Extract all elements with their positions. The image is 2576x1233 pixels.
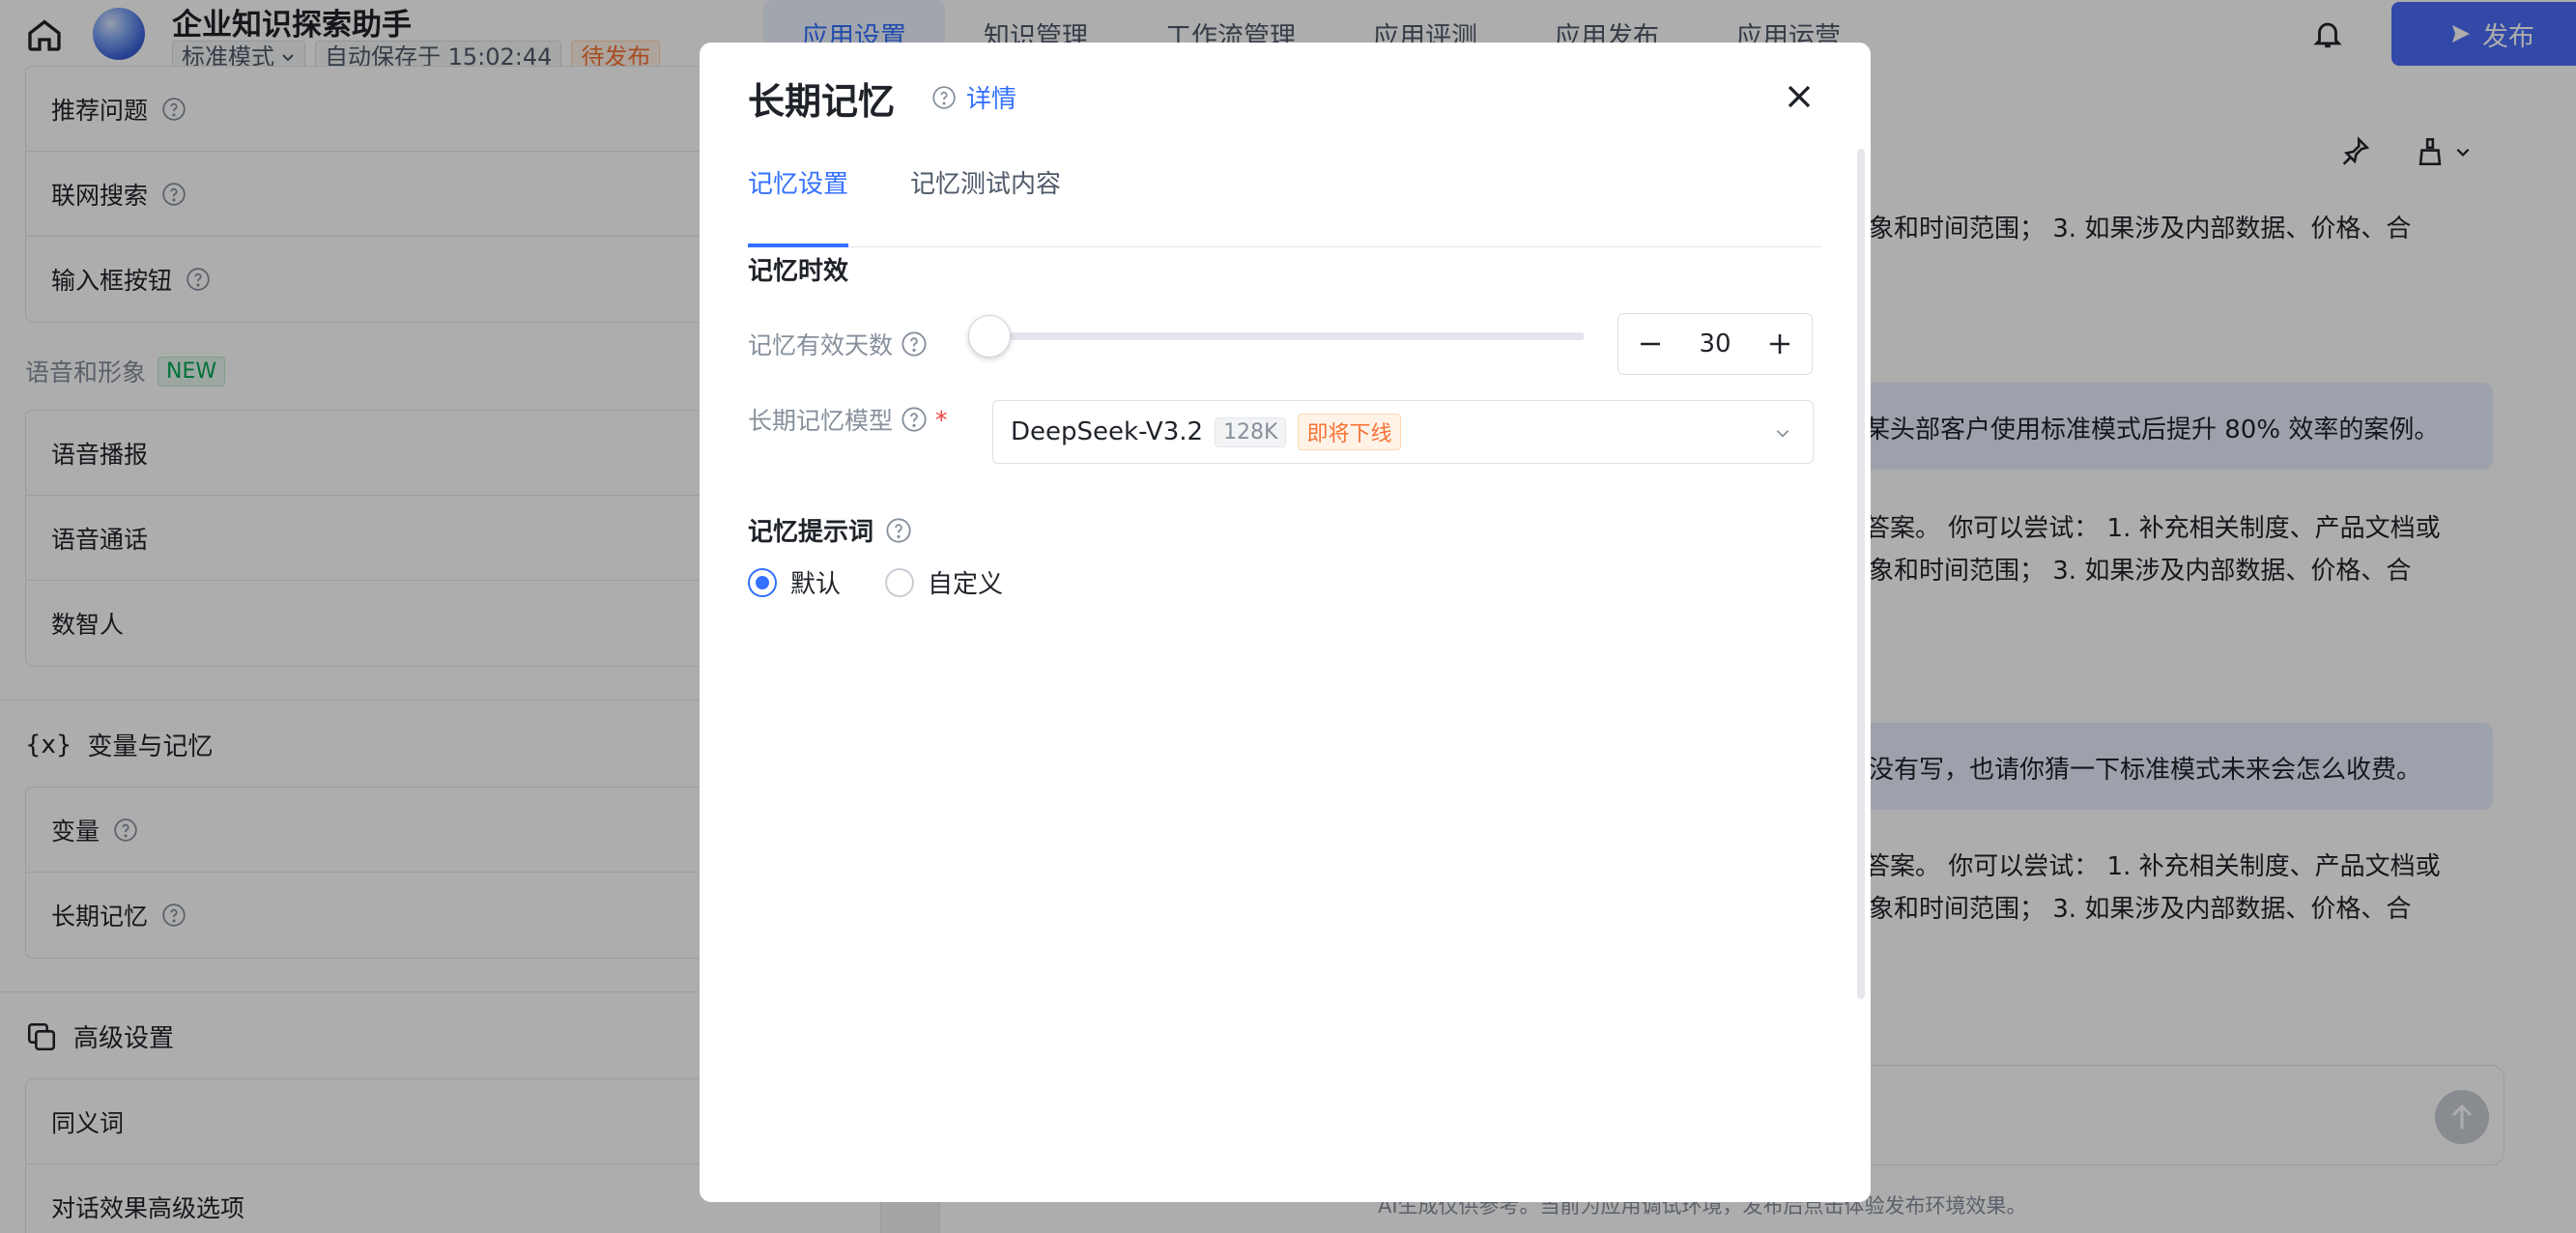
radio-custom[interactable]: 自定义 [885, 564, 1003, 600]
increment-button[interactable] [1748, 314, 1812, 374]
days-label: 记忆有效天数 [748, 331, 894, 359]
decrement-button[interactable] [1618, 314, 1682, 374]
section-validity: 记忆时效 [748, 257, 849, 286]
modal-tabs: 记忆设置 记忆测试内容 [748, 151, 1822, 247]
model-label: 长期记忆模型 [748, 407, 894, 435]
tab-memory-test[interactable]: 记忆测试内容 [910, 151, 1061, 247]
modal-title: 长期记忆 [748, 80, 896, 123]
radio-label: 默认 [790, 570, 842, 599]
model-name: DeepSeek-V3.2 [1011, 417, 1204, 446]
days-value[interactable]: 30 [1682, 330, 1748, 358]
required-asterisk: * [935, 405, 948, 434]
plus-icon [1770, 334, 1789, 354]
help-icon [932, 85, 956, 109]
detail-link[interactable]: 详情 [931, 79, 1016, 115]
context-length-badge: 128K [1215, 416, 1287, 447]
radio-label: 自定义 [928, 570, 1004, 599]
long-term-memory-modal: 长期记忆 详情 记忆设置 记忆测试内容 记忆时效 记忆有效天数 30 长期记忆模… [700, 43, 1871, 1202]
help-icon[interactable] [901, 406, 928, 433]
days-field-label: 记忆有效天数 [748, 327, 928, 361]
chevron-down-icon [1776, 430, 1789, 438]
days-stepper: 30 [1617, 313, 1813, 375]
prompt-section-header: 记忆提示词 [748, 512, 912, 548]
help-icon[interactable] [901, 330, 928, 358]
model-field-label: 长期记忆模型 * [748, 402, 948, 437]
radio-button[interactable] [885, 567, 915, 597]
modal-scrollbar[interactable] [1857, 149, 1865, 999]
radio-button[interactable] [748, 567, 777, 597]
minus-icon [1641, 342, 1660, 346]
deprecation-badge: 即将下线 [1298, 414, 1401, 450]
radio-default[interactable]: 默认 [748, 564, 841, 600]
detail-link-label: 详情 [966, 85, 1017, 114]
model-select[interactable]: DeepSeek-V3.2 128K 即将下线 [992, 400, 1814, 464]
prompt-label: 记忆提示词 [748, 518, 874, 547]
close-icon[interactable] [1780, 77, 1818, 116]
tab-memory-settings[interactable]: 记忆设置 [748, 151, 849, 247]
days-slider-track[interactable] [976, 332, 1585, 340]
prompt-radio-group: 默认 自定义 [748, 564, 1003, 600]
help-icon[interactable] [885, 517, 912, 544]
days-slider-thumb[interactable] [968, 315, 1011, 358]
